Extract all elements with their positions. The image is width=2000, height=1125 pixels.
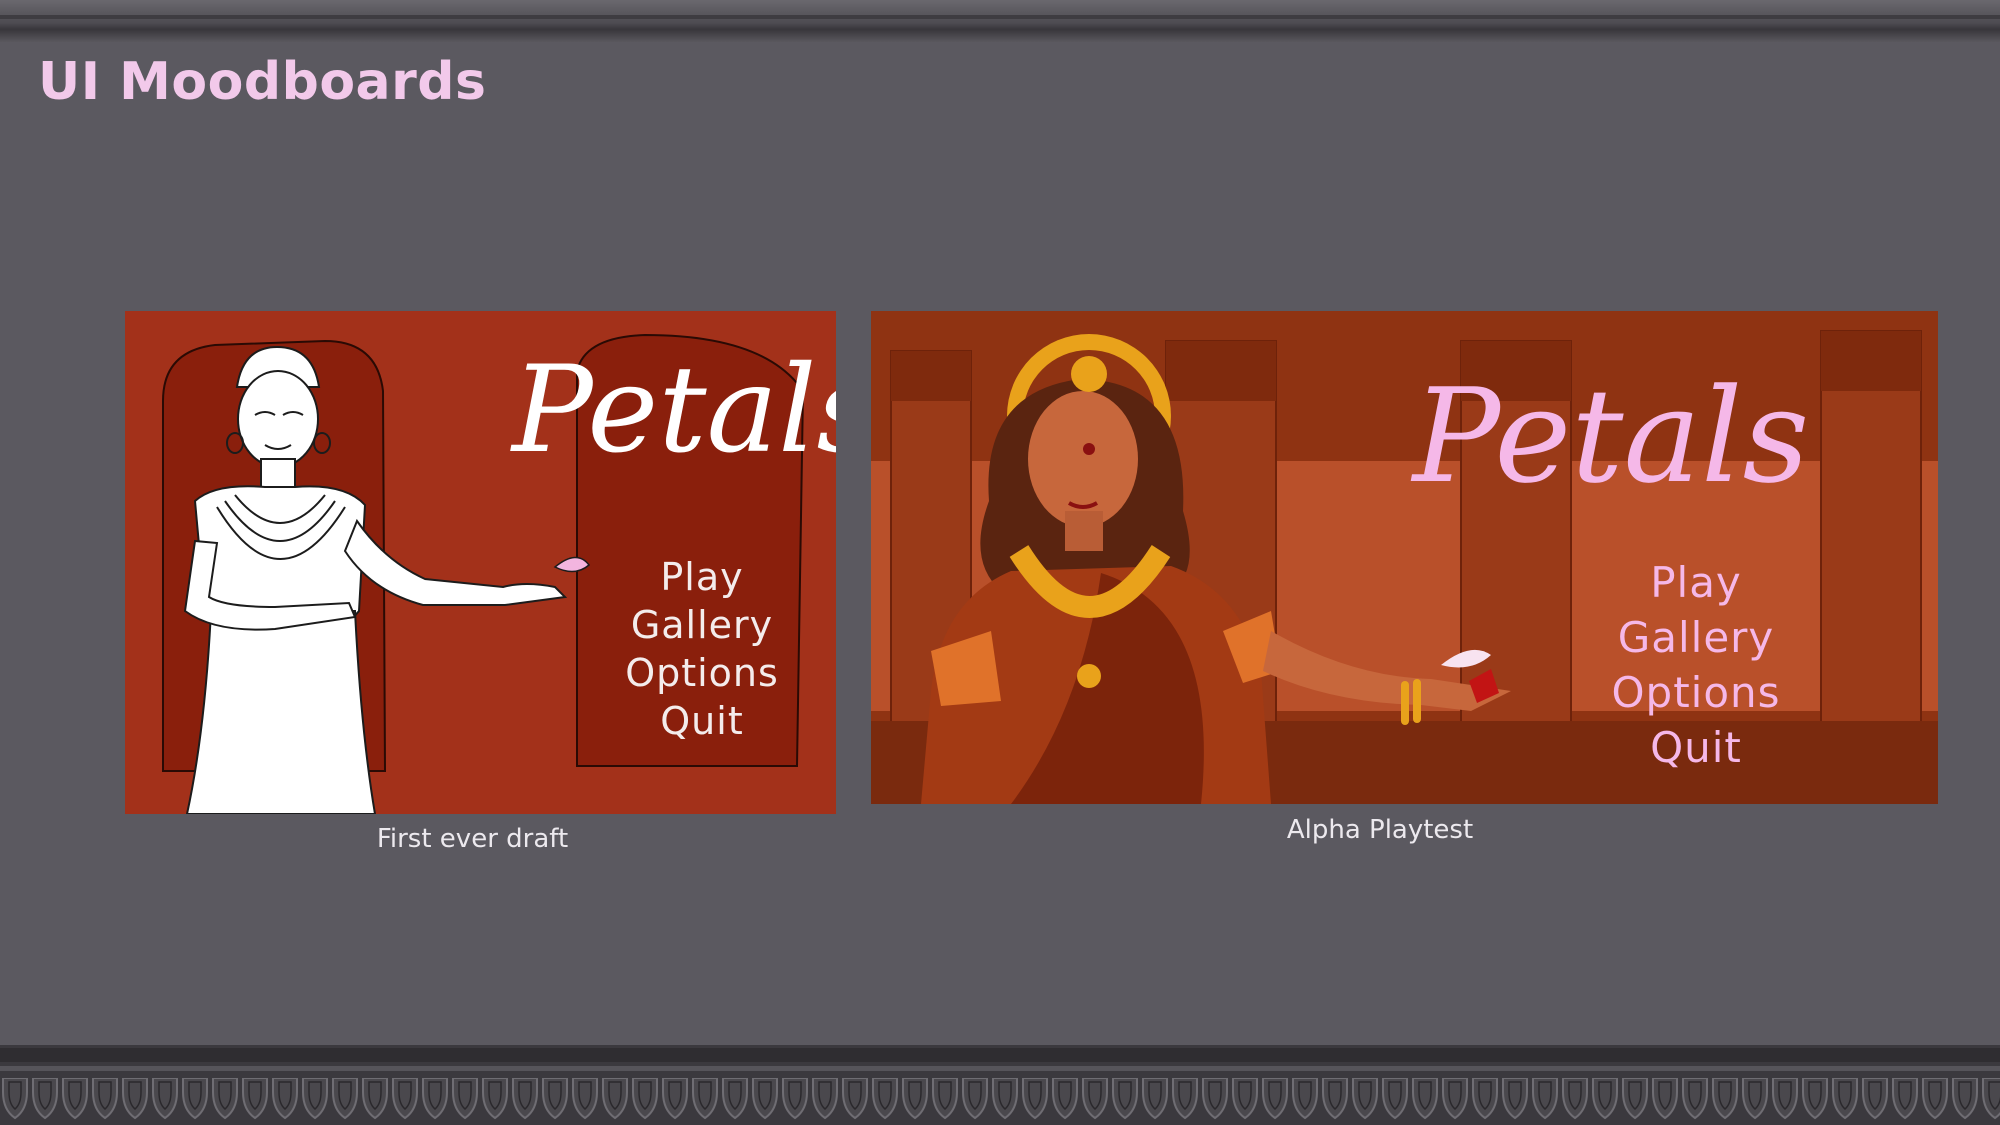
alpha-main-menu: Play Gallery Options Quit [1561,555,1831,775]
alpha-menu-quit[interactable]: Quit [1650,720,1742,775]
alpha-menu-gallery[interactable]: Gallery [1618,610,1775,665]
draft-mockup-image: Petals Play Gallery Options Quit [125,311,836,814]
top-divider [0,15,2000,19]
draft-caption: First ever draft [376,824,569,854]
alpha-caption: Alpha Playtest [1286,815,1474,845]
draft-main-menu: Play Gallery Options Quit [587,553,817,745]
draft-logo: Petals [510,341,836,480]
scallop-border-ornament [0,1078,2000,1125]
draft-menu-play[interactable]: Play [660,553,743,601]
draft-menu-quit[interactable]: Quit [660,697,743,745]
draft-menu-gallery[interactable]: Gallery [631,601,773,649]
slide-title: UI Moodboards [38,52,487,112]
bottom-border-light [0,1066,2000,1071]
alpha-menu-options[interactable]: Options [1611,665,1780,720]
alpha-menu-play[interactable]: Play [1650,555,1742,610]
top-decorative-band [0,0,2000,42]
draft-menu-options[interactable]: Options [625,649,779,697]
alpha-logo: Petals [1411,360,1810,512]
alpha-mockup-image: Petals Play Gallery Options Quit [871,311,1938,804]
bottom-border-dark [0,1048,2000,1062]
